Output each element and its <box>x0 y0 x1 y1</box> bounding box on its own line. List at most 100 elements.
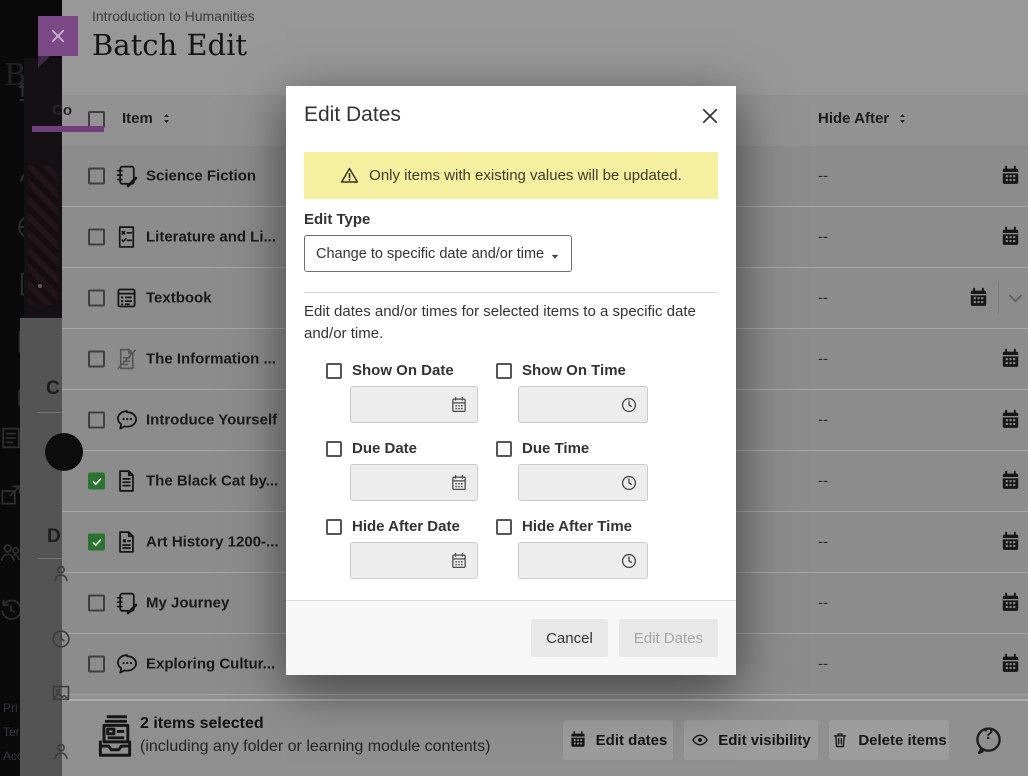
hide-after-date-checkbox[interactable] <box>326 519 342 535</box>
warning-banner: Only items with existing values will be … <box>304 152 718 199</box>
clock-icon <box>620 552 638 570</box>
hide-after-value: -- <box>818 412 828 429</box>
sort-icon[interactable] <box>896 112 909 125</box>
cancel-button[interactable]: Cancel <box>531 619 608 657</box>
footer-link[interactable]: Ter <box>3 725 20 739</box>
row-checkbox[interactable] <box>88 412 105 429</box>
hide-after-time-checkbox[interactable] <box>496 519 512 535</box>
hide-after-value: -- <box>818 534 828 551</box>
avatar <box>45 433 83 471</box>
row-label[interactable]: My Journey <box>146 595 229 612</box>
calendar-icon <box>450 396 468 414</box>
column-item[interactable]: Item <box>122 110 173 127</box>
edit-dates-submit-button[interactable]: Edit Dates <box>619 619 718 657</box>
row-label[interactable]: Art History 1200-... <box>146 534 279 551</box>
calendar-icon[interactable] <box>1000 227 1021 248</box>
caret-down-icon <box>550 249 560 259</box>
hide-after-value: -- <box>818 168 828 185</box>
calendar-icon[interactable] <box>1000 349 1021 370</box>
due-date-checkbox[interactable] <box>326 441 342 457</box>
content-heading-fragment: Co <box>52 102 72 119</box>
field-due-date: Due Date <box>326 440 417 457</box>
chevron-down-icon[interactable] <box>1006 289 1025 308</box>
help-button[interactable]: ? <box>973 725 1004 756</box>
show-on-time-input[interactable] <box>518 386 648 423</box>
image-icon <box>50 682 72 704</box>
discussion-icon <box>114 408 139 433</box>
row-checkbox[interactable] <box>88 290 105 307</box>
row-label[interactable]: The Information ... <box>146 351 276 368</box>
modal-description: Edit dates and/or times for selected ite… <box>304 301 706 345</box>
row-checkbox[interactable] <box>88 656 105 673</box>
selected-items-icon <box>93 711 137 761</box>
show-on-time-checkbox[interactable] <box>496 363 512 379</box>
calendar-icon[interactable] <box>968 288 989 309</box>
warning-icon <box>340 166 359 185</box>
hide-after-value: -- <box>818 473 828 490</box>
help-bubble-icon <box>973 743 1004 760</box>
panel-header: Introduction to Humanities Batch Edit <box>62 0 1028 95</box>
calendar-icon[interactable] <box>1000 471 1021 492</box>
selected-subtitle: (including any folder or learning module… <box>140 738 490 756</box>
journal-icon <box>114 164 139 189</box>
course-banner-image <box>24 58 62 318</box>
delete-items-button[interactable]: Delete items <box>829 720 949 760</box>
due-time-checkbox[interactable] <box>496 441 512 457</box>
course-faculty-fragment: C <box>46 378 60 400</box>
field-hide-after-time: Hide After Time <box>496 518 632 535</box>
row-label[interactable]: The Black Cat by... <box>146 473 278 490</box>
footer-link[interactable]: Pri <box>3 701 18 715</box>
hide-after-value: -- <box>818 595 828 612</box>
row-checkbox[interactable] <box>88 595 105 612</box>
calendar-icon <box>450 474 468 492</box>
row-label[interactable]: Literature and Li... <box>146 229 276 246</box>
screen: B PriTerAcc Introduction to Humanities B… <box>0 0 1028 776</box>
clock-icon <box>50 628 72 650</box>
due-date-input[interactable] <box>350 464 478 501</box>
column-hide-after[interactable]: Hide After <box>818 110 909 127</box>
selected-count: 2 items selected <box>140 715 264 733</box>
show-on-date-checkbox[interactable] <box>326 363 342 379</box>
calendar-icon[interactable] <box>1000 410 1021 431</box>
row-checkbox[interactable] <box>88 473 105 490</box>
row-checkbox[interactable] <box>88 351 105 368</box>
doc-image-icon <box>114 530 139 555</box>
document-icon <box>114 469 139 494</box>
peek-close-button[interactable] <box>38 16 78 56</box>
row-label[interactable]: Exploring Cultur... <box>146 656 275 673</box>
due-time-input[interactable] <box>518 464 648 501</box>
hide-after-time-input[interactable] <box>518 542 648 579</box>
close-icon[interactable] <box>700 106 720 126</box>
active-tab-underline <box>32 126 104 132</box>
discussion-icon <box>114 652 139 677</box>
edit-type-label: Edit Type <box>304 211 370 228</box>
show-on-date-input[interactable] <box>350 386 478 423</box>
field-show-on-time: Show On Time <box>496 362 626 379</box>
calendar-icon[interactable] <box>1000 166 1021 187</box>
calendar-icon[interactable] <box>1000 654 1021 675</box>
row-checkbox[interactable] <box>88 534 105 551</box>
edit-dates-modal: Edit Dates Only items with existing valu… <box>286 86 736 675</box>
row-checkbox[interactable] <box>88 168 105 185</box>
page-title: Batch Edit <box>92 28 247 62</box>
person-icon <box>50 740 72 762</box>
details-heading-fragment: D <box>47 526 61 548</box>
row-label[interactable]: Science Fiction <box>146 168 256 185</box>
edit-type-dropdown[interactable]: Change to specific date and/or time <box>304 235 572 272</box>
edit-dates-button[interactable]: Edit dates <box>563 720 673 760</box>
row-label[interactable]: Introduce Yourself <box>146 412 277 429</box>
sort-icon[interactable] <box>160 112 173 125</box>
row-checkbox[interactable] <box>88 229 105 246</box>
selection-action-bar: 2 items selected (including any folder o… <box>62 699 1028 776</box>
hide-after-date-input[interactable] <box>350 542 478 579</box>
hide-after-value: -- <box>818 656 828 673</box>
hide-after-value: -- <box>818 290 828 307</box>
row-label[interactable]: Textbook <box>146 290 212 307</box>
clock-icon <box>620 474 638 492</box>
edit-visibility-button[interactable]: Edit visibility <box>684 720 818 760</box>
field-show-on-date: Show On Date <box>326 362 454 379</box>
hide-after-value: -- <box>818 351 828 368</box>
calendar-icon[interactable] <box>1000 532 1021 553</box>
hide-after-value: -- <box>818 229 828 246</box>
calendar-icon[interactable] <box>1000 593 1021 614</box>
